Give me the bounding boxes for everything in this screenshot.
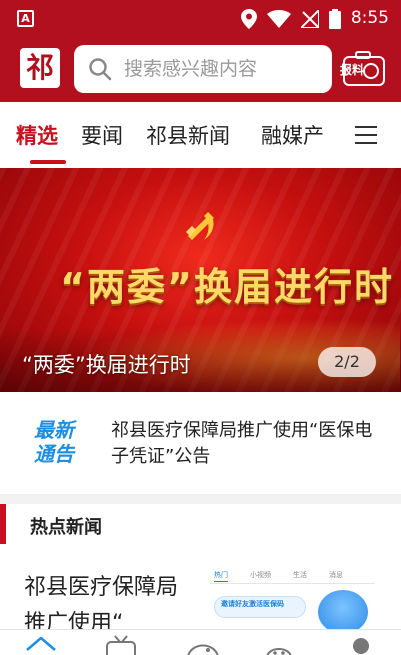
thumbnail-illustration <box>318 590 368 629</box>
hot-news-section: 热点新闻 祁县医疗保障局推广使用“ 热门 小视频 生活 消息 邀请好友激活医保码 <box>0 504 401 629</box>
channel-tabs: 精选 要闻 祁县新闻 融媒产 <box>0 102 401 168</box>
menu-icon[interactable] <box>355 126 377 144</box>
notice-text[interactable]: 祁县医疗保障局推广使用“医保电子凭证”公告 <box>111 418 381 470</box>
notification-icon: A <box>17 10 34 27</box>
tab-county-news[interactable]: 祁县新闻 <box>146 120 230 150</box>
search-icon <box>89 58 112 81</box>
app-header: 祁 报料 <box>0 37 401 102</box>
tab-headlines[interactable]: 要闻 <box>81 120 123 150</box>
report-button[interactable]: 报料 <box>338 51 386 87</box>
profile-icon[interactable] <box>344 634 378 655</box>
section-marker <box>0 504 6 544</box>
no-signal-icon <box>301 9 319 28</box>
chat-icon[interactable] <box>262 634 296 655</box>
app-screen: A 8:55 祁 搜索感兴趣内容 报料 精选 要闻 祁县新闻 融媒产 “两委”换… <box>0 0 401 655</box>
status-bar: A 8:55 <box>0 0 401 37</box>
search-box[interactable] <box>74 45 332 93</box>
section-divider <box>0 494 401 504</box>
tab-media[interactable]: 融媒产 <box>261 120 324 150</box>
game-icon[interactable] <box>186 634 220 655</box>
party-emblem-icon <box>186 212 214 240</box>
carousel-page-indicator: 2/2 <box>318 347 376 377</box>
banner-caption: “两委”换届进行时 <box>22 353 191 377</box>
battery-icon <box>329 8 341 29</box>
report-label: 报料 <box>340 63 365 77</box>
tv-icon[interactable] <box>104 634 138 655</box>
location-icon <box>241 8 257 29</box>
app-logo[interactable]: 祁 <box>20 48 60 88</box>
clock: 8:55 <box>350 8 389 28</box>
search-input[interactable] <box>124 58 324 80</box>
latest-notice-badge: 最新 通告 <box>34 418 74 466</box>
tab-featured[interactable]: 精选 <box>16 120 58 150</box>
banner-headline: “两委”换届进行时 <box>60 265 394 309</box>
latest-notice[interactable]: 最新 通告 祁县医疗保障局推广使用“医保电子凭证”公告 <box>0 392 401 494</box>
active-tab-indicator <box>30 160 66 164</box>
banner-carousel[interactable]: “两委”换届进行时 “两委”换届进行时 2/2 <box>0 168 401 392</box>
home-icon[interactable] <box>24 634 58 655</box>
bottom-navigation <box>0 629 401 655</box>
wifi-icon <box>267 9 291 28</box>
section-title: 热点新闻 <box>30 517 102 538</box>
news-item-thumbnail[interactable]: 热门 小视频 生活 消息 邀请好友激活医保码 <box>210 566 375 629</box>
news-item-title[interactable]: 祁县医疗保障局推广使用“ <box>24 570 194 629</box>
